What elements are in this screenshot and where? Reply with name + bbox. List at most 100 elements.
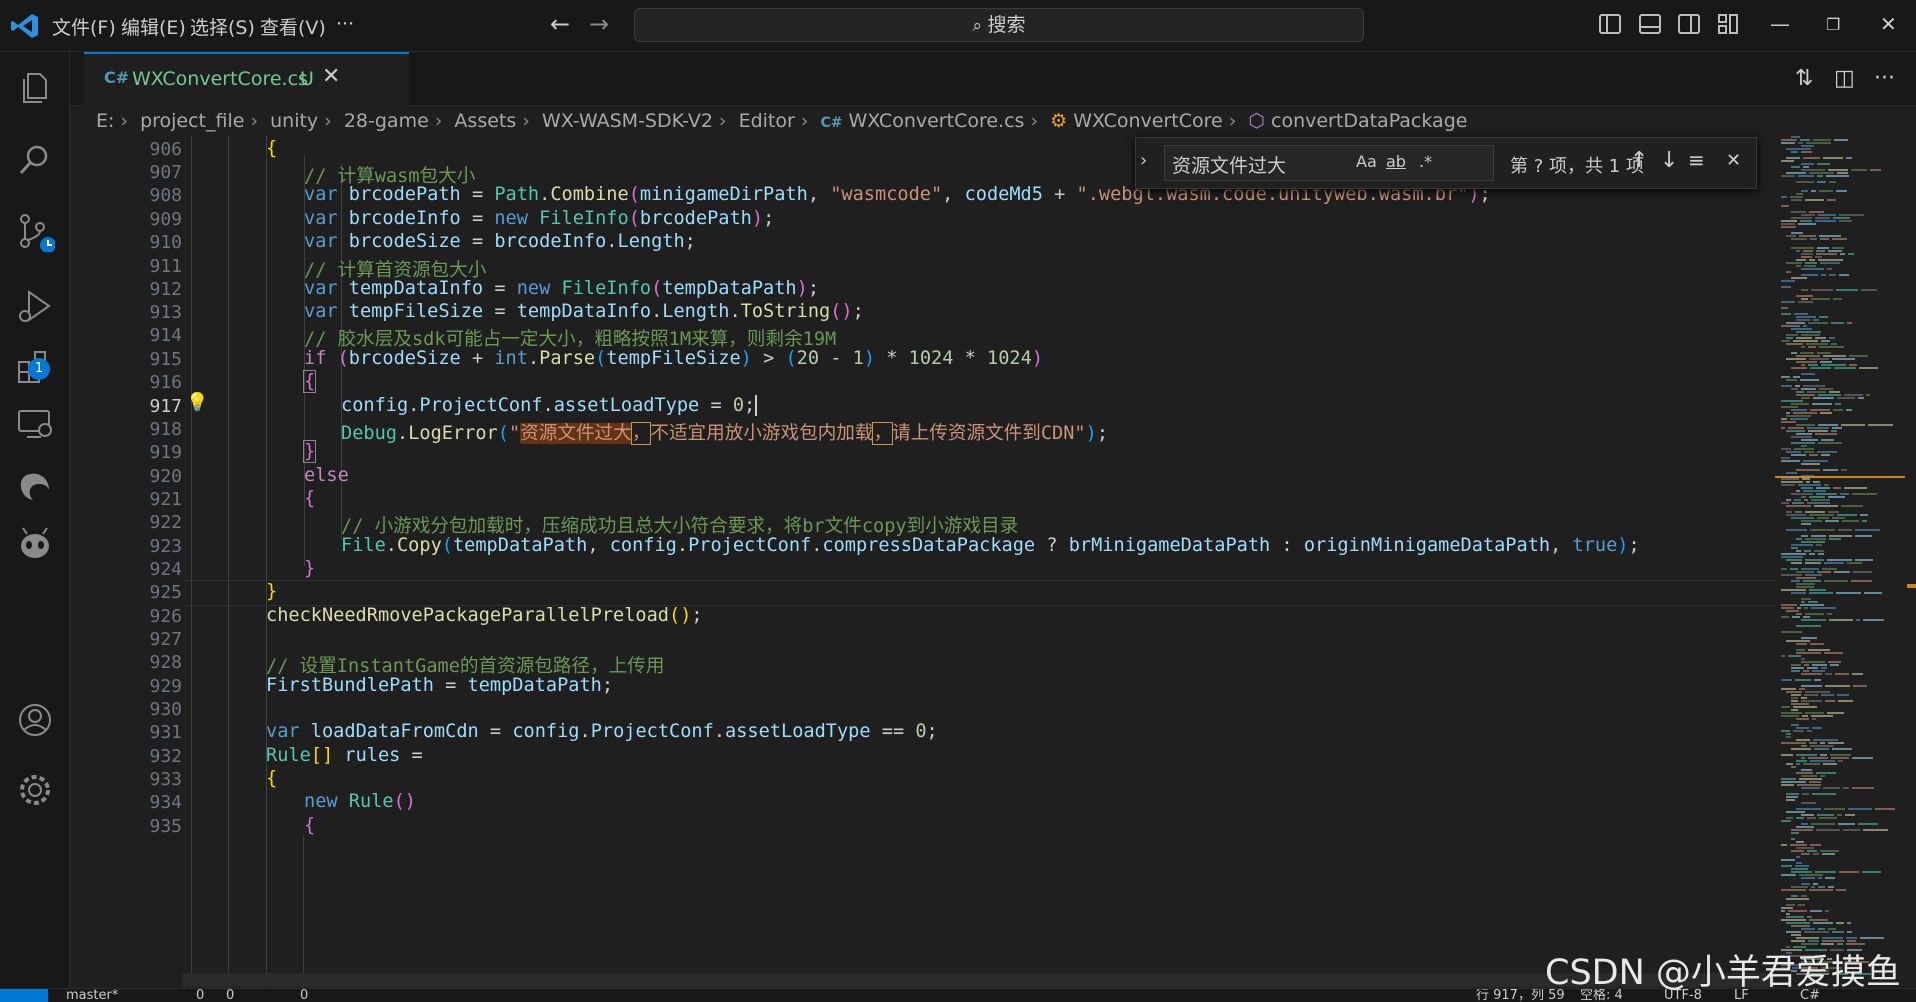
command-center-search[interactable]: ⌕ 搜索 [634,8,1364,42]
minimap-line [1796,826,1814,828]
menu-edit[interactable]: 编辑(E) [121,13,186,40]
minimap-line [1786,172,1806,174]
minimap-line [1817,814,1834,816]
minimap-line [1791,403,1809,405]
accounts-icon[interactable] [15,700,55,740]
minimap-line [1786,472,1797,474]
previous-match-icon[interactable]: ↑ [1630,148,1648,173]
close-icon[interactable]: ✕ [1880,12,1897,36]
minimap-line [1837,514,1857,516]
match-whole-word-button[interactable]: ab [1386,152,1406,171]
forward-arrow-icon[interactable]: → [589,10,609,38]
minimap-line [1781,448,1791,450]
breadcrumb-item[interactable]: WX-WASM-SDK-V2 [542,110,713,132]
run-debug-icon[interactable] [15,286,55,326]
minimap-line [1786,412,1790,414]
toggle-secondary-sidebar-icon[interactable] [1678,14,1700,34]
method-icon: ⬡ [1248,110,1265,132]
minimap-line [1781,730,1790,732]
code-editor[interactable]: 906 907 908 909 910 911 912 913 914 915 … [70,136,1775,988]
git-branch[interactable]: master* [66,989,118,1002]
edge-devtools-icon[interactable] [15,466,55,506]
search-icon[interactable] [15,140,55,180]
toggle-primary-sidebar-icon[interactable] [1599,14,1621,34]
split-editor-icon[interactable]: ◫ [1834,66,1855,91]
more-actions-icon[interactable]: ··· [1874,66,1895,91]
find-input-value[interactable]: 资源文件过大 [1172,151,1286,178]
minimap-line [1793,376,1800,378]
minimap-slider[interactable] [1775,476,1905,478]
remote-indicator[interactable] [0,989,48,1002]
breadcrumb-item[interactable]: project_file [140,110,244,132]
minimap-line [1835,403,1841,405]
back-arrow-icon[interactable]: ← [550,10,570,38]
breadcrumb-item[interactable]: WXConvertCore.cs [849,110,1025,132]
minimap-line [1813,139,1831,141]
minimap-line [1822,568,1837,570]
minimap-line [1801,853,1810,855]
find-in-selection-icon[interactable]: ≡ [1688,148,1705,172]
vscode-logo-icon [11,14,38,38]
breadcrumb-item[interactable]: Assets [454,110,516,132]
explorer-icon[interactable] [15,68,55,108]
minimize-icon[interactable]: — [1770,12,1790,36]
tab-wxconvertcore[interactable]: C# WXConvertCore.cs U ✕ [84,52,409,106]
minimap-line [1781,418,1787,420]
remote-explorer-icon[interactable] [15,404,55,444]
toggle-replace-chevron-icon[interactable]: › [1140,150,1147,171]
line-number: 906 [149,139,182,160]
minimap-line [1829,337,1835,339]
minimap-line [1791,517,1814,519]
tab-untracked-status: U [300,68,314,90]
breadcrumb-item[interactable]: WXConvertCore [1073,110,1223,132]
breadcrumb-item[interactable]: E: [96,110,114,132]
minimap-line [1828,511,1839,513]
minimap-line [1801,145,1814,147]
source-control-icon[interactable] [15,212,55,252]
close-find-icon[interactable]: ✕ [1726,150,1741,171]
menu-view[interactable]: 查看(V) [260,13,326,40]
minimap-line [1807,391,1826,393]
minimap[interactable] [1775,136,1905,988]
breadcrumb-item[interactable]: unity [270,110,318,132]
minimap-line [1807,427,1829,429]
next-match-icon[interactable]: ↓ [1660,148,1678,173]
minimap-line [1815,220,1836,222]
line-number: 925 [149,582,182,603]
warning-count[interactable]: 0 [226,989,234,1002]
breadcrumb-item[interactable]: convertDataPackage [1271,110,1467,132]
code-line-921: { [304,488,316,509]
open-changes-icon[interactable]: ⇅ [1795,66,1813,91]
breadcrumb-item[interactable]: Editor [739,110,795,132]
menu-selection[interactable]: 选择(S) [190,13,255,40]
menu-file[interactable]: 文件(F) [52,13,116,40]
minimap-line [1814,748,1829,750]
minimap-line [1839,871,1859,873]
minimap-line [1801,877,1815,879]
restore-icon[interactable]: ❐ [1826,15,1840,34]
customize-layout-icon[interactable] [1718,14,1740,34]
ports-count[interactable]: 0 [300,989,308,1002]
lightbulb-icon[interactable]: 💡 [186,392,208,413]
minimap-line [1781,865,1792,867]
use-regex-button[interactable]: .* [1419,152,1432,171]
minimap-line [1781,754,1793,756]
horizontal-scrollbar[interactable] [182,973,1775,987]
settings-gear-icon[interactable] [15,770,55,810]
match-case-button[interactable]: Aa [1356,152,1377,171]
minimap-line [1847,940,1856,942]
vertical-scrollbar[interactable] [1905,136,1916,988]
tab-close-icon[interactable]: ✕ [322,64,340,89]
minimap-line [1786,610,1799,612]
menu-more[interactable]: ··· [336,13,354,35]
error-count[interactable]: 0 [196,989,204,1002]
copilot-icon[interactable] [15,524,55,564]
minimap-line [1840,253,1845,255]
minimap-line [1832,358,1855,360]
breadcrumb-item[interactable]: 28-game [344,110,429,132]
toggle-panel-icon[interactable] [1639,14,1661,34]
minimap-line [1828,928,1836,930]
minimap-line [1824,484,1829,486]
line-number: 931 [149,722,182,743]
minimap-line [1786,157,1800,159]
